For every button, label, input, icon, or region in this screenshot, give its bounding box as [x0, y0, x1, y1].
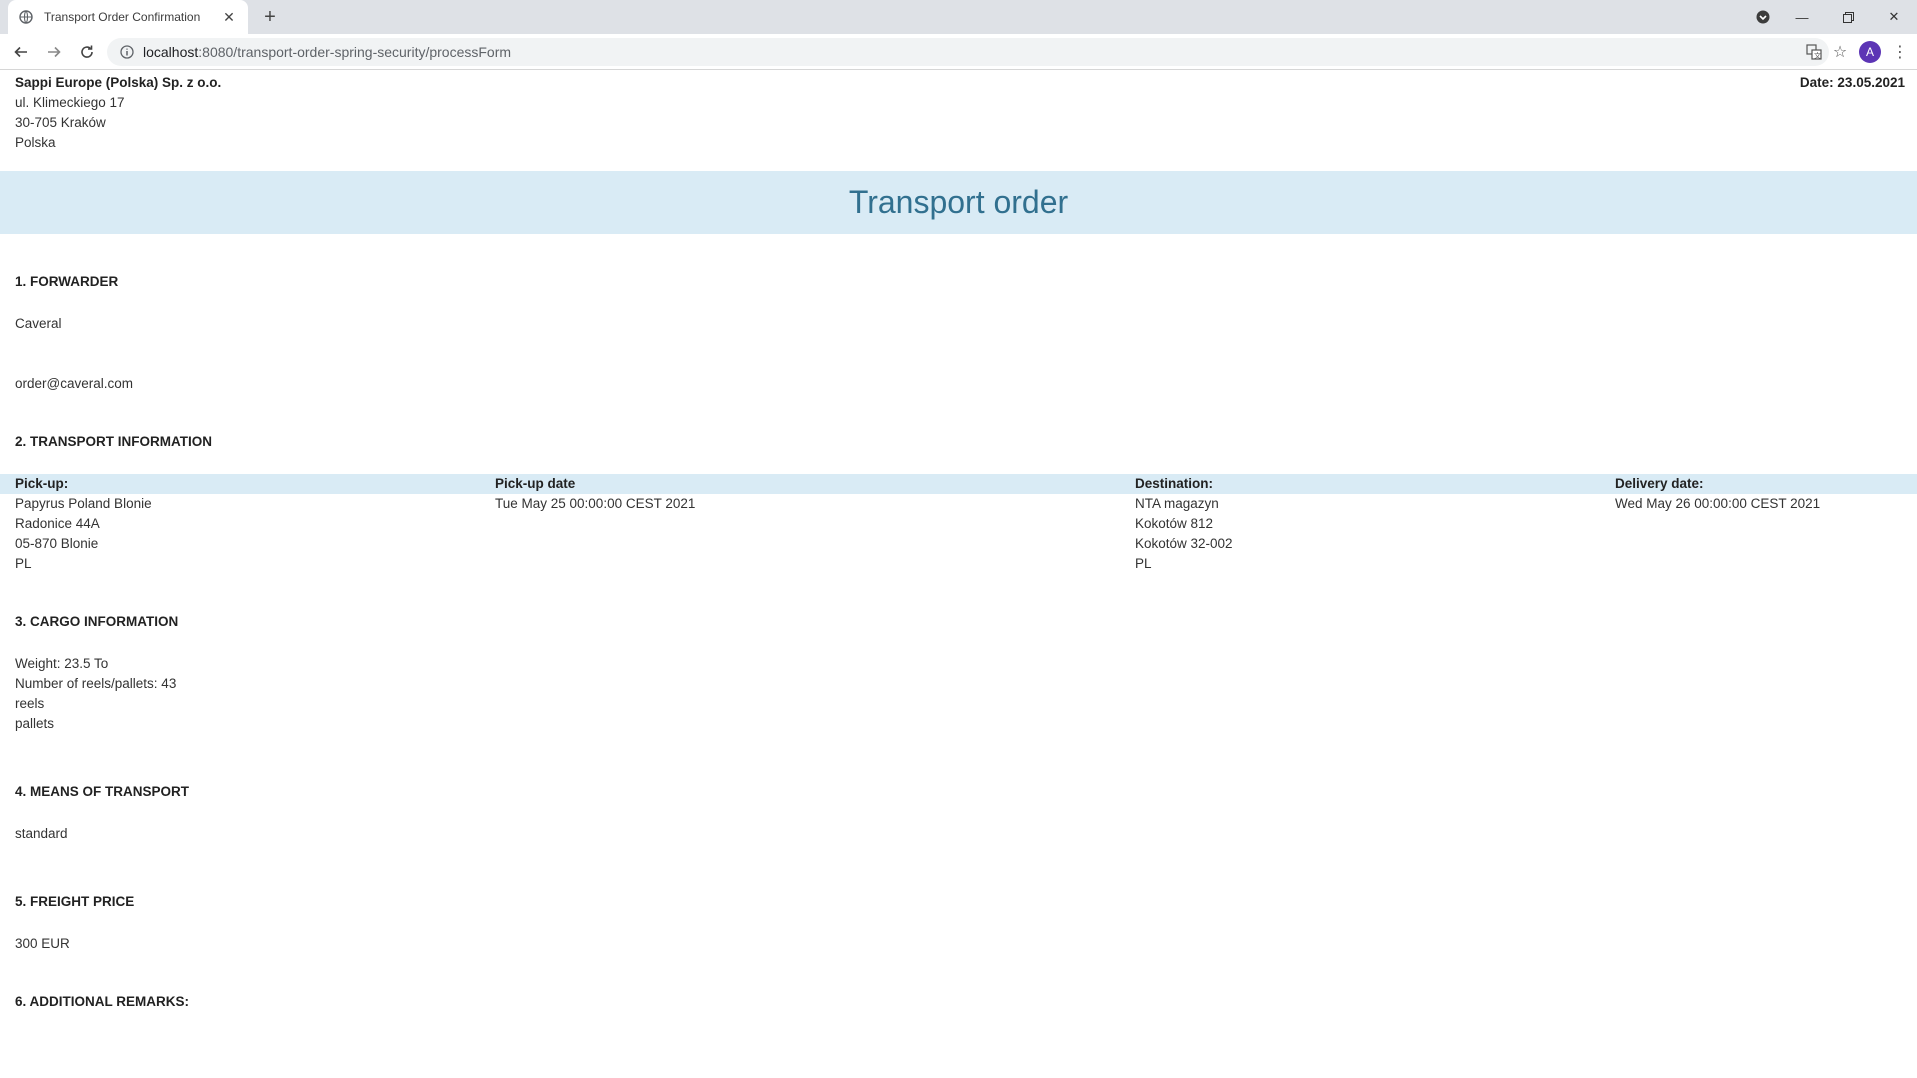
means-value: standard	[15, 826, 68, 841]
destination-line: PL	[1135, 556, 1152, 571]
forwarder-name: Caveral	[15, 316, 62, 331]
delivery-date-value: Wed May 26 00:00:00 CEST 2021	[1615, 496, 1821, 511]
cargo-reels: reels	[15, 696, 45, 711]
forward-arrow-icon[interactable]	[39, 37, 69, 67]
cargo-count: Number of reels/pallets: 43	[15, 676, 177, 691]
sender-address: Sappi Europe (Polska) Sp. z o.o. ul. Kli…	[15, 73, 221, 153]
pickup-date-column: Pick-up date Tue May 25 00:00:00 CEST 20…	[495, 474, 695, 514]
cargo-pallets: pallets	[15, 716, 55, 731]
pickup-line: PL	[15, 556, 32, 571]
tab-search-icon[interactable]	[1747, 0, 1779, 34]
pickup-line: 05-870 Blonie	[15, 536, 99, 551]
browser-toolbar: localhost:8080/transport-order-spring-se…	[0, 34, 1917, 70]
section-heading-remarks: 6. ADDITIONAL REMARKS:	[15, 994, 190, 1009]
section-heading-cargo: 3. CARGO INFORMATION	[15, 614, 179, 629]
freight-value: 300 EUR	[15, 936, 70, 951]
pickup-label: Pick-up:	[15, 476, 69, 491]
minimize-button[interactable]: —	[1779, 0, 1825, 34]
star-icon[interactable]: ☆	[1827, 38, 1853, 66]
destination-line: Kokotów 32-002	[1135, 536, 1233, 551]
window-close-button[interactable]: ✕	[1871, 0, 1917, 34]
page-title: Transport order	[848, 184, 1069, 220]
sender-country: Polska	[15, 135, 56, 150]
section-heading-transport: 2. TRANSPORT INFORMATION	[15, 434, 212, 449]
window-controls: — ✕	[1747, 0, 1917, 34]
globe-icon	[18, 9, 34, 25]
order-date: Date: 23.05.2021	[1799, 75, 1905, 90]
pickup-date-value: Tue May 25 00:00:00 CEST 2021	[495, 496, 696, 511]
avatar[interactable]: A	[1859, 41, 1881, 63]
forwarder-email: order@caveral.com	[15, 376, 133, 391]
toolbar-actions: 文 ☆ A ⋮	[1801, 37, 1913, 67]
pickup-column: Pick-up: Papyrus Poland Blonie Radonice …	[15, 474, 152, 574]
kebab-menu-icon[interactable]: ⋮	[1887, 38, 1913, 66]
pickup-line: Radonice 44A	[15, 516, 100, 531]
delivery-date-label: Delivery date:	[1615, 476, 1704, 491]
browser-tab-strip: Transport Order Confirmation ✕ + — ✕	[0, 0, 1917, 34]
url-text: localhost:8080/transport-order-spring-se…	[143, 44, 511, 60]
page-content: Sappi Europe (Polska) Sp. z o.o. ul. Kli…	[0, 70, 1917, 1078]
reload-icon[interactable]	[72, 37, 102, 67]
translate-icon[interactable]: 文	[1801, 38, 1827, 66]
destination-line: Kokotów 812	[1135, 516, 1214, 531]
sender-street: ul. Klimeckiego 17	[15, 95, 125, 110]
pickup-line: Papyrus Poland Blonie	[15, 496, 152, 511]
browser-tab-active[interactable]: Transport Order Confirmation ✕	[8, 0, 248, 34]
close-icon[interactable]: ✕	[220, 8, 238, 26]
url-host: localhost	[143, 44, 199, 60]
tab-title: Transport Order Confirmation	[44, 10, 201, 24]
cargo-weight: Weight: 23.5 To	[15, 656, 109, 671]
destination-label: Destination:	[1135, 476, 1214, 491]
section-heading-freight: 5. FREIGHT PRICE	[15, 894, 135, 909]
address-bar[interactable]: localhost:8080/transport-order-spring-se…	[107, 38, 1829, 66]
info-icon[interactable]	[119, 44, 135, 60]
back-arrow-icon[interactable]	[6, 37, 36, 67]
destination-line: NTA magazyn	[1135, 496, 1219, 511]
pickup-date-label: Pick-up date	[495, 476, 576, 491]
sender-company: Sappi Europe (Polska) Sp. z o.o.	[15, 75, 222, 90]
delivery-date-column: Delivery date: Wed May 26 00:00:00 CEST …	[1615, 474, 1820, 514]
section-heading-means: 4. MEANS OF TRANSPORT	[15, 784, 190, 799]
sender-city: 30-705 Kraków	[15, 115, 106, 130]
section-heading-forwarder: 1. FORWARDER	[15, 274, 119, 289]
title-banner: Transport order	[0, 171, 1917, 234]
restore-button[interactable]	[1825, 0, 1871, 34]
url-path: :8080/transport-order-spring-security/pr…	[198, 44, 512, 60]
svg-text:文: 文	[1814, 51, 1821, 60]
plus-icon[interactable]: +	[258, 5, 282, 29]
destination-column: Destination: NTA magazyn Kokotów 812 Kok…	[1135, 474, 1233, 574]
